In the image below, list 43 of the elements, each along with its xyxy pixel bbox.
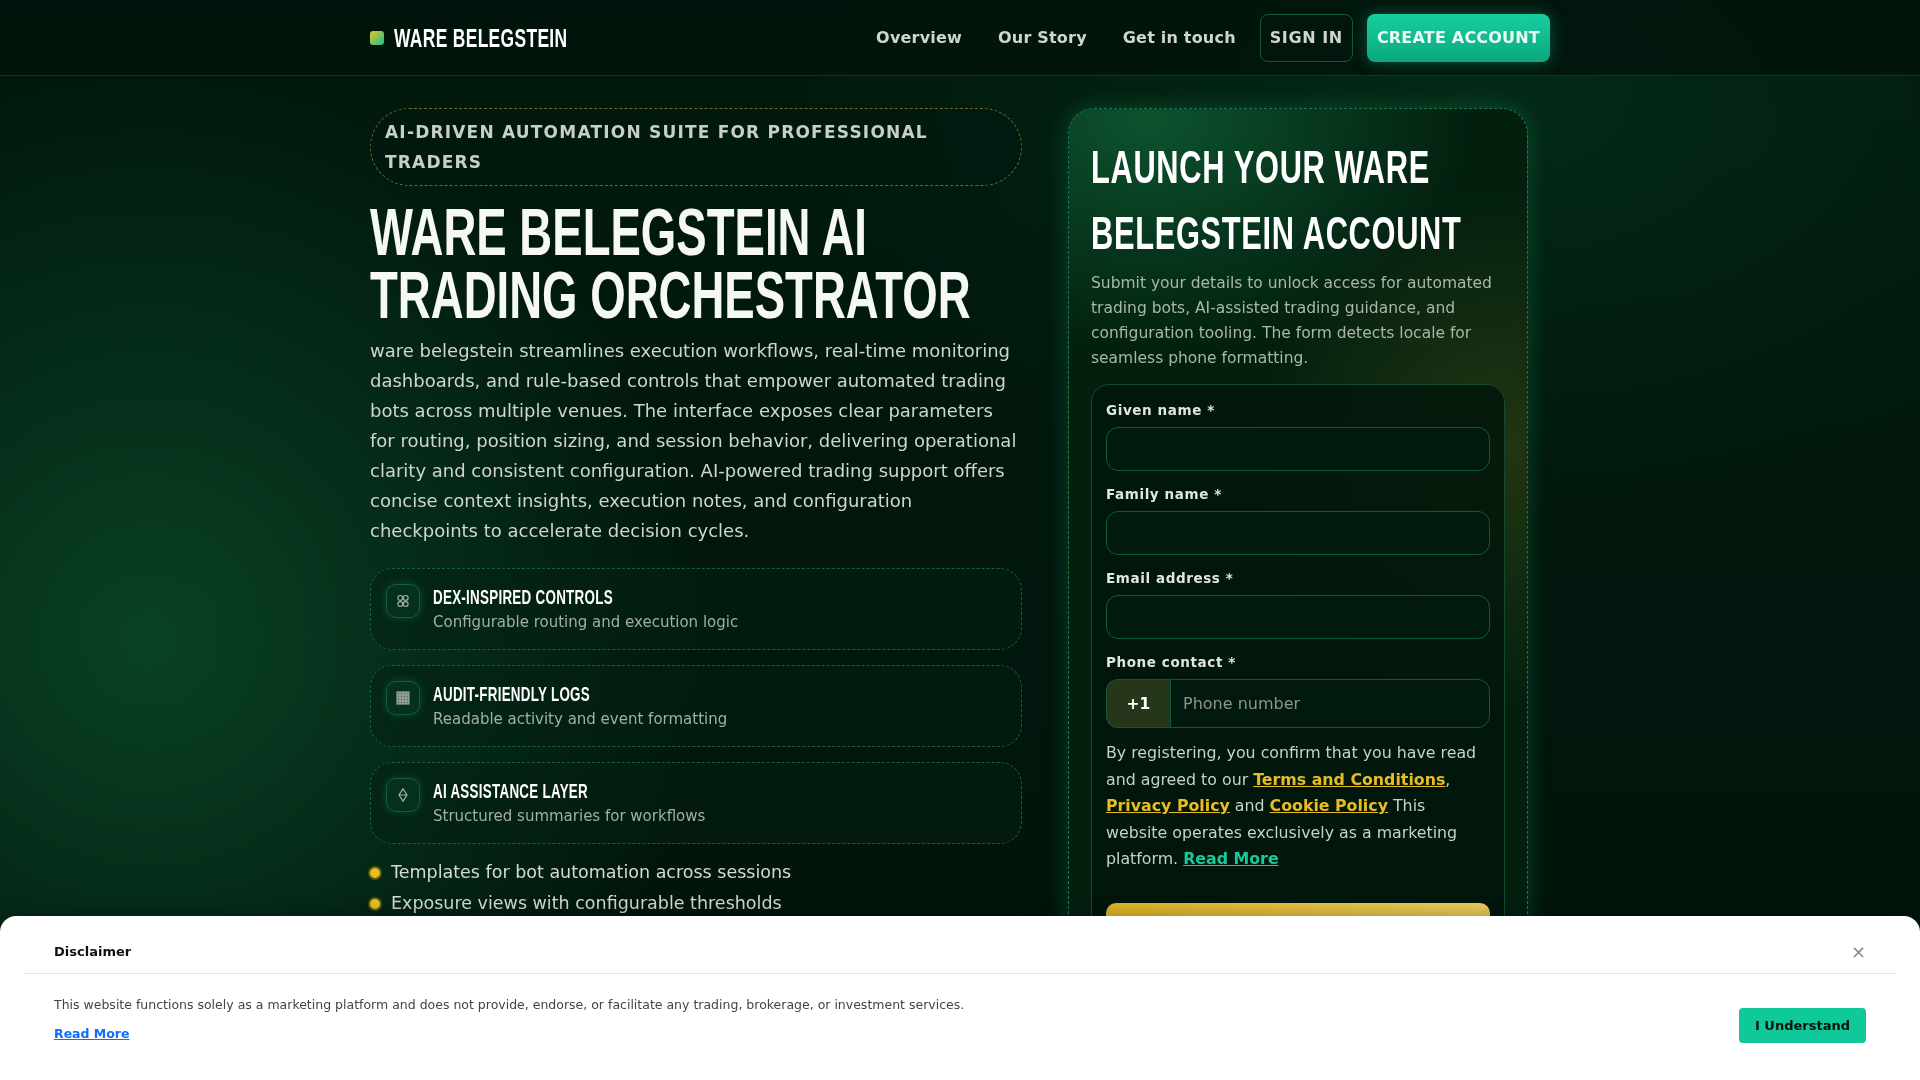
bullet-dot-icon [368, 865, 382, 880]
read-more-link[interactable]: Read More [1183, 849, 1279, 868]
field-label: Given name * [1106, 401, 1216, 419]
nav-link[interactable]: Get in touch [1122, 28, 1236, 47]
grid-icon [386, 681, 420, 715]
bullet-dot-icon [368, 896, 382, 911]
hero-description: ware belegstein streamlines execution workflows, real-time monitoring dashboards, and rule-based controls that empower automated trading bots across multiple venues. The interface exposes clear parameters for routing, position sizing, and session behavior, delivering operational clarity and consistent configuration. AI-powered trading support offers concise context insights, execution notes, and configuration checkpoints to accelerate decision cycles. [370, 339, 1018, 543]
signup-description: Submit your details to unlock access for automated trading bots, AI-assisted trading guidance, and configuration tooling. The form detects locale for seamless phone formatting. [1091, 273, 1493, 369]
sign-in-button[interactable]: SIGN IN [1259, 13, 1353, 62]
hero-heading: WARE BELEGSTEIN AI TRADING ORCHESTRATOR [370, 200, 972, 326]
field-label: Email address * [1106, 569, 1235, 587]
understand-button[interactable]: I Understand [1739, 1008, 1866, 1043]
nav-link[interactable]: Our Story [998, 28, 1087, 47]
feature-title: AUDIT-FRIENDLY LOGS [433, 682, 590, 706]
disclaimer-title: Disclaimer [54, 944, 132, 959]
policy-link[interactable]: Terms and Conditions [1253, 769, 1446, 789]
policy-link[interactable]: Privacy Policy [1106, 796, 1230, 815]
read-more-link[interactable]: Read More [54, 1025, 130, 1043]
bullet-text: Exposure views with configurable thresholds [391, 893, 782, 914]
chain-icon [386, 584, 420, 618]
signup-heading: LAUNCH YOUR WARE BELEGSTEIN ACCOUNT [1091, 140, 1463, 261]
feature-title: AI ASSISTANCE LAYER [433, 779, 588, 803]
logo-icon [370, 30, 384, 45]
tagline-badge: AI-DRIVEN AUTOMATION SUITE FOR PROFESSIONAL TRADERS [370, 108, 1022, 186]
text-input[interactable] [1106, 511, 1490, 555]
policy-link[interactable]: Cookie Policy [1269, 796, 1388, 815]
field-label: Phone contact * [1106, 653, 1237, 671]
text-input[interactable] [1106, 427, 1490, 471]
feature-subtitle: Readable activity and event formatting [433, 709, 728, 729]
feature-title: DEX-INSPIRED CONTROLS [433, 585, 613, 609]
country-code-selector[interactable]: +1 [1106, 679, 1170, 728]
text-input[interactable] [1106, 595, 1490, 639]
bullet-text: Templates for bot automation across sessions [391, 862, 792, 883]
field-label: Family name * [1106, 485, 1223, 503]
phone-input[interactable]: Phone number [1170, 679, 1490, 728]
close-button[interactable]: × [1850, 942, 1866, 961]
consent-text: By registering, you confirm that you have read and agreed to our Terms and Conditions, Privacy Policy and Cookie Policy This website operates exclusively as a marketing platform. Read More [1106, 742, 1478, 870]
brand-name[interactable]: WARE BELEGSTEIN [394, 22, 568, 53]
nav-link[interactable]: Overview [876, 28, 963, 47]
diamond-icon [386, 778, 420, 812]
feature-subtitle: Configurable routing and execution logic [433, 612, 739, 632]
disclaimer-text: This website functions solely as a marketing platform and does not provide, endorse, or facilitate any trading, brokerage, or investment services. [54, 996, 965, 1014]
feature-subtitle: Structured summaries for workflows [433, 806, 706, 826]
